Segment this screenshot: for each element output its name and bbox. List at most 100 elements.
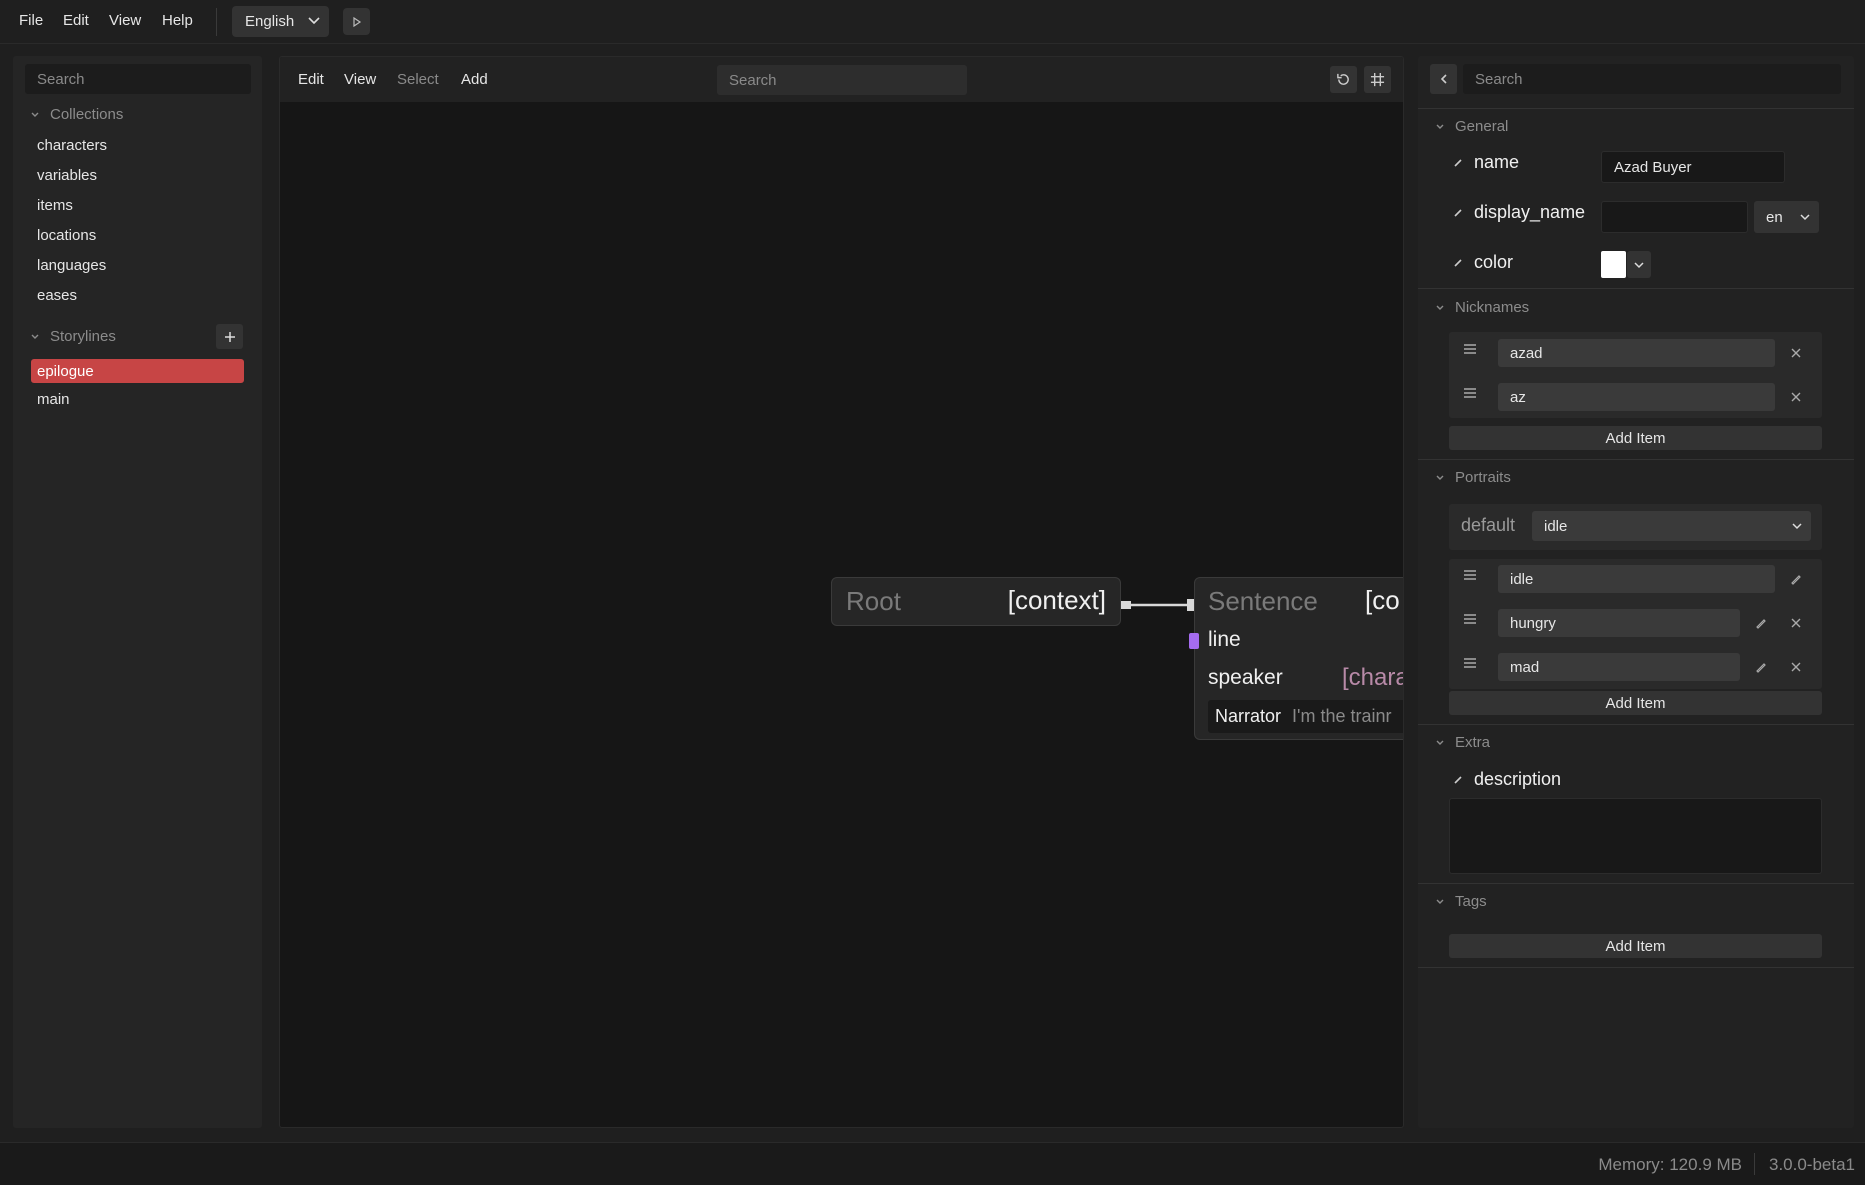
graph-canvas[interactable]: Edit View Select Add Search Root [contex… — [279, 56, 1404, 1128]
chevron-down-icon — [1436, 305, 1444, 310]
sentence-node[interactable]: Sentence [co line speaker [chara Narrato… — [1194, 577, 1403, 740]
edit-portrait-button[interactable] — [1751, 657, 1771, 677]
extra-section-header[interactable]: Extra — [1435, 734, 1490, 751]
node-connection — [1121, 599, 1197, 611]
close-icon — [1791, 662, 1801, 672]
description-textarea[interactable] — [1449, 798, 1822, 874]
drag-handle-icon[interactable] — [1462, 655, 1478, 675]
sentence-preview: Narrator I'm the trainr — [1208, 700, 1403, 733]
drag-handle-icon[interactable] — [1462, 341, 1478, 361]
inspector-search-input[interactable]: Search — [1463, 64, 1841, 94]
portrait-field[interactable]: hungry — [1498, 609, 1740, 637]
portrait-field[interactable]: idle — [1498, 565, 1775, 593]
remove-portrait-button[interactable] — [1786, 657, 1806, 677]
portraits-section-header[interactable]: Portraits — [1435, 469, 1511, 486]
grid-toggle-button[interactable] — [1364, 66, 1391, 93]
color-property: color — [1454, 252, 1513, 273]
nicknames-section-header[interactable]: Nicknames — [1435, 299, 1529, 316]
remove-nickname-button[interactable] — [1786, 387, 1806, 407]
name-property: name — [1454, 152, 1519, 173]
add-storyline-button[interactable] — [216, 324, 243, 349]
description-label: description — [1474, 769, 1562, 789]
sentence-speaker-label: speaker — [1208, 666, 1283, 689]
display-name-property: display_name — [1454, 202, 1585, 223]
sidebar-search-input[interactable]: Search — [25, 64, 251, 94]
storylines-header[interactable]: Storylines — [30, 328, 116, 345]
tags-section-header[interactable]: Tags — [1435, 893, 1487, 910]
chevron-down-icon — [1436, 475, 1444, 480]
left-sidebar: Search Collections — [13, 56, 262, 1128]
color-picker-toggle[interactable] — [1627, 251, 1651, 278]
canvas-menu-add[interactable]: Add — [461, 71, 488, 88]
edit-portrait-button[interactable] — [1751, 613, 1771, 633]
chevron-down-icon — [1792, 523, 1802, 530]
locale-select[interactable]: en — [1754, 201, 1819, 233]
add-nickname-button[interactable]: Add Item — [1449, 426, 1822, 450]
language-select[interactable]: English — [232, 6, 329, 37]
plus-icon — [224, 331, 235, 342]
collections-header[interactable]: Collections — [30, 106, 123, 123]
display-name-field[interactable] — [1601, 201, 1748, 233]
sentence-node-title: Sentence — [1208, 586, 1318, 616]
nickname-field[interactable]: az — [1498, 383, 1775, 411]
memory-usage: Memory: 120.9 MB — [1598, 1155, 1742, 1174]
color-label: color — [1474, 252, 1514, 272]
description-property: description — [1454, 769, 1561, 790]
sidebar-item-locations[interactable]: locations — [37, 227, 96, 244]
general-section-header[interactable]: General — [1435, 118, 1508, 135]
display-name-label: display_name — [1474, 202, 1586, 222]
add-portrait-button[interactable]: Add Item — [1449, 691, 1822, 715]
root-node-context: [context] — [1007, 585, 1106, 615]
edit-portrait-button[interactable] — [1786, 569, 1806, 589]
canvas-menu-select[interactable]: Select — [397, 71, 439, 88]
sentence-line-port-label: line — [1208, 628, 1241, 651]
add-item-label: Add Item — [1605, 429, 1666, 447]
menu-view[interactable]: View — [109, 12, 141, 29]
name-value: Azad Buyer — [1614, 158, 1692, 176]
add-tag-button[interactable]: Add Item — [1449, 934, 1822, 958]
line-port[interactable] — [1189, 633, 1199, 649]
menubar-divider — [216, 8, 217, 36]
drag-handle-icon[interactable] — [1462, 385, 1478, 405]
reset-view-button[interactable] — [1330, 66, 1357, 93]
drag-handle-icon[interactable] — [1462, 611, 1478, 631]
root-node[interactable]: Root [context] — [831, 577, 1121, 626]
sidebar-item-variables[interactable]: variables — [37, 167, 97, 184]
chevron-down-icon — [1634, 261, 1644, 268]
pencil-icon — [1454, 158, 1462, 167]
sidebar-item-languages[interactable]: languages — [37, 257, 106, 274]
sidebar-item-epilogue[interactable]: epilogue — [31, 359, 244, 383]
canvas-menu-edit[interactable]: Edit — [298, 71, 324, 88]
grid-hash-icon — [1370, 72, 1385, 87]
nickname-field[interactable]: azad — [1498, 339, 1775, 367]
canvas-search-input[interactable]: Search — [717, 65, 967, 95]
app-version: 3.0.0-beta1 — [1768, 1155, 1855, 1174]
menubar: File Edit View Help English — [0, 0, 1865, 44]
sidebar-item-main[interactable]: main — [37, 391, 70, 408]
status-divider — [1754, 1153, 1755, 1175]
close-icon — [1791, 348, 1801, 358]
menu-edit[interactable]: Edit — [63, 12, 89, 29]
chevron-down-icon — [308, 17, 320, 25]
sidebar-item-eases[interactable]: eases — [37, 287, 77, 304]
name-field[interactable]: Azad Buyer — [1601, 151, 1785, 183]
menu-help[interactable]: Help — [162, 12, 193, 29]
canvas-menu-view[interactable]: View — [344, 71, 376, 88]
back-button[interactable] — [1430, 64, 1457, 94]
color-swatch[interactable] — [1601, 251, 1626, 278]
remove-portrait-button[interactable] — [1786, 613, 1806, 633]
chevron-down-icon — [1800, 214, 1810, 221]
root-node-title: Root — [846, 586, 901, 616]
default-portrait-select[interactable]: idle — [1532, 511, 1811, 541]
menu-file[interactable]: File — [19, 12, 43, 29]
divider — [1418, 724, 1854, 725]
portrait-field[interactable]: mad — [1498, 653, 1740, 681]
default-portrait-label: default — [1461, 515, 1516, 535]
play-button[interactable] — [343, 8, 370, 35]
storyline-label: epilogue — [37, 362, 94, 380]
canvas-search-placeholder: Search — [729, 71, 777, 89]
sidebar-item-items[interactable]: items — [37, 197, 73, 214]
remove-nickname-button[interactable] — [1786, 343, 1806, 363]
drag-handle-icon[interactable] — [1462, 567, 1478, 587]
sidebar-item-characters[interactable]: characters — [37, 137, 107, 154]
